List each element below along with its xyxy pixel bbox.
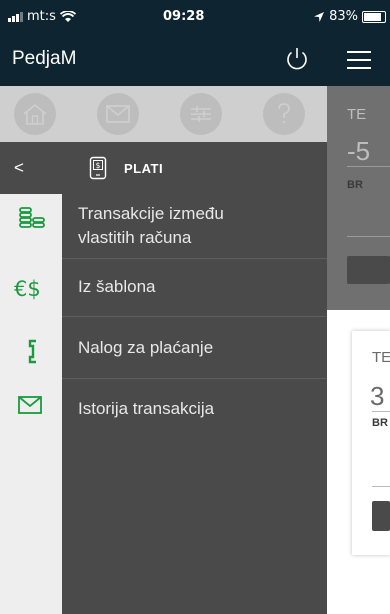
dimmed-page-top: TE -5 BR — [327, 86, 390, 310]
card2-sub: BR — [372, 417, 388, 429]
question-icon — [278, 103, 290, 124]
card2-divider — [372, 411, 390, 412]
back-button[interactable]: < — [14, 158, 24, 178]
card1-value: -5 — [347, 136, 371, 166]
power-icon[interactable] — [282, 44, 312, 74]
clock: 09:28 — [163, 9, 205, 24]
svg-text:€$: €$ — [14, 277, 41, 301]
phone-pay-icon: $ — [89, 156, 107, 180]
account-card-2: TE 3 BR — [352, 331, 390, 555]
section-header: < $ PLATI — [0, 142, 327, 194]
menu-item-label: Nalog za plaćanje — [78, 338, 214, 357]
status-bar: mt:s 09:28 83% — [0, 0, 390, 34]
card1-divider2 — [347, 236, 390, 237]
username: PedjaM — [12, 48, 77, 69]
card1-button[interactable] — [347, 256, 390, 284]
envelope-icon — [18, 396, 42, 414]
coins-icon — [19, 207, 45, 228]
section-title: PLATI — [124, 161, 164, 176]
card2-label: TE — [372, 349, 390, 366]
menu-item-label-line1: Transakcije između — [78, 204, 224, 223]
menu-item-label: Iz šablona — [78, 277, 156, 296]
status-left: mt:s — [8, 9, 76, 24]
help-button[interactable] — [263, 93, 305, 135]
card1-label: TE — [347, 106, 367, 123]
menu-item-templates[interactable]: Iz šablona — [62, 258, 327, 317]
card1-divider — [347, 166, 390, 167]
status-right: 83% — [313, 9, 386, 24]
menu-item-label-line2: vlastitih računa — [78, 228, 192, 247]
svg-text:$: $ — [96, 161, 101, 170]
card1-sub: BR — [347, 179, 363, 191]
location-arrow-icon — [314, 11, 325, 22]
quick-icon-row — [0, 86, 327, 142]
battery-icon — [362, 10, 386, 23]
menu-toggle-button[interactable] — [327, 34, 390, 86]
battery-percent: 83% — [329, 9, 358, 24]
menu-item-transaction-history[interactable]: Istorija transakcija — [62, 378, 327, 440]
payment-menu: Transakcije između vlastitih računa Iz š… — [62, 194, 327, 614]
card2-value: 3 — [370, 381, 385, 411]
menu-icon-rail: €$ — [0, 194, 62, 614]
envelope-icon — [106, 105, 130, 123]
currency-exchange-icon: €$ — [14, 277, 41, 301]
card2-button[interactable] — [372, 501, 390, 531]
menu-item-payment-order[interactable]: Nalog za plaćanje — [62, 316, 327, 379]
carrier-label: mt:s — [27, 9, 56, 24]
wifi-icon — [59, 10, 76, 22]
signal-icon — [8, 11, 23, 22]
menu-item-own-accounts[interactable]: Transakcije između vlastitih računa — [62, 194, 327, 259]
menu-item-label: Istorija transakcija — [78, 399, 215, 418]
messages-button[interactable] — [97, 93, 139, 135]
settings-button[interactable] — [180, 93, 222, 135]
home-icon — [23, 103, 47, 125]
card2-divider2 — [372, 486, 390, 487]
home-button[interactable] — [14, 93, 56, 135]
app-header: PedjaM — [0, 34, 327, 86]
sliders-icon — [191, 106, 211, 122]
payment-order-icon — [28, 339, 36, 364]
